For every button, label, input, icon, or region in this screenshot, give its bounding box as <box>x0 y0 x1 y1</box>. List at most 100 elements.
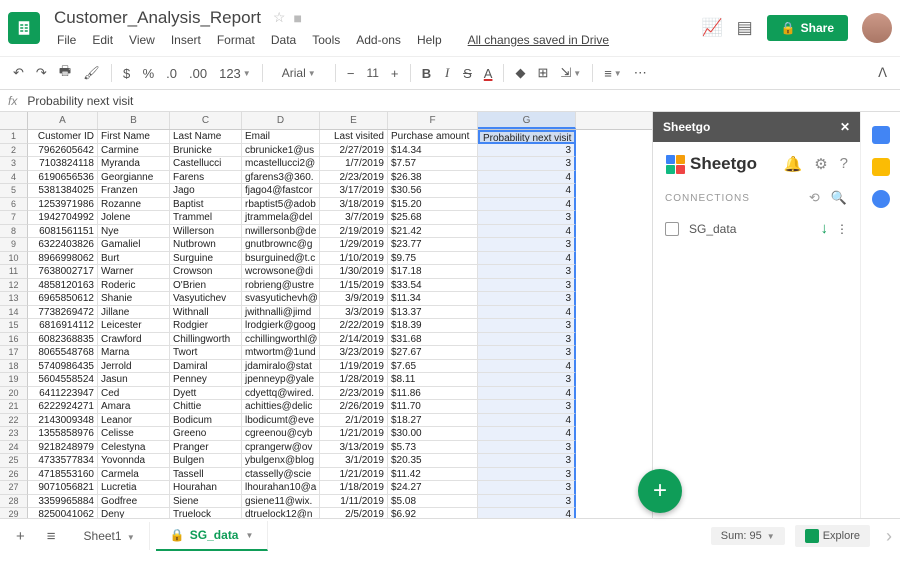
cell[interactable]: 6081561151 <box>28 225 98 239</box>
row-header[interactable]: 29 <box>0 508 28 518</box>
tab-sgdata[interactable]: 🔒 SG_data▼ <box>156 521 269 551</box>
cell[interactable]: Twort <box>170 346 242 360</box>
cell[interactable]: 5381384025 <box>28 184 98 198</box>
cell[interactable]: 3 <box>478 319 576 333</box>
row-header[interactable]: 13 <box>0 292 28 306</box>
connection-checkbox[interactable] <box>665 222 679 236</box>
cell[interactable]: Ced <box>98 387 170 401</box>
cell[interactable]: Last Name <box>170 130 242 144</box>
cell[interactable]: cprangerw@ov <box>242 441 320 455</box>
cell[interactable]: $9.75 <box>388 252 478 266</box>
row-header[interactable]: 17 <box>0 346 28 360</box>
cell[interactable]: $13.37 <box>388 306 478 320</box>
doc-title[interactable]: Customer_Analysis_Report <box>50 7 265 29</box>
folder-icon[interactable]: ■ <box>293 10 301 26</box>
cell[interactable]: $30.56 <box>388 184 478 198</box>
cell[interactable]: 3 <box>478 468 576 482</box>
cell[interactable]: 1/11/2019 <box>320 495 388 509</box>
cell[interactable]: Email <box>242 130 320 144</box>
cell[interactable]: cchillingworthl@ <box>242 333 320 347</box>
cell[interactable]: Carmela <box>98 468 170 482</box>
cell[interactable]: ybulgenx@blog <box>242 454 320 468</box>
cell[interactable]: Bulgen <box>170 454 242 468</box>
cell[interactable]: 3 <box>478 211 576 225</box>
cell[interactable]: Crowson <box>170 265 242 279</box>
cell[interactable]: 3/17/2019 <box>320 184 388 198</box>
fx-icon[interactable]: fx <box>8 94 17 108</box>
currency-button[interactable]: $ <box>118 62 136 85</box>
strike-button[interactable]: S <box>458 62 477 85</box>
cell[interactable]: ctasselly@scie <box>242 468 320 482</box>
cell[interactable]: $23.77 <box>388 238 478 252</box>
cell[interactable]: Rodgier <box>170 319 242 333</box>
cell[interactable]: Franzen <box>98 184 170 198</box>
row-header[interactable]: 23 <box>0 427 28 441</box>
cell[interactable]: 4 <box>478 225 576 239</box>
cell[interactable]: Deny <box>98 508 170 518</box>
cell[interactable]: 3 <box>478 346 576 360</box>
cell[interactable]: gfarens3@360. <box>242 171 320 185</box>
row-header[interactable]: 8 <box>0 225 28 239</box>
cell[interactable]: 3 <box>478 238 576 252</box>
cell[interactable]: Farens <box>170 171 242 185</box>
cell[interactable]: 4 <box>478 171 576 185</box>
cell[interactable]: 3 <box>478 373 576 387</box>
cell[interactable]: 1/15/2019 <box>320 279 388 293</box>
cell[interactable]: Bodicum <box>170 414 242 428</box>
cell[interactable]: 4 <box>478 387 576 401</box>
cell[interactable]: 5604558524 <box>28 373 98 387</box>
cell[interactable]: $30.00 <box>388 427 478 441</box>
cell[interactable]: 2/26/2019 <box>320 400 388 414</box>
cell[interactable]: $33.54 <box>388 279 478 293</box>
cell[interactable]: $17.18 <box>388 265 478 279</box>
percent-button[interactable]: % <box>138 62 160 85</box>
cell[interactable]: 8065548768 <box>28 346 98 360</box>
row-header[interactable]: 16 <box>0 333 28 347</box>
cell[interactable]: 6082368835 <box>28 333 98 347</box>
cell[interactable]: Last visited <box>320 130 388 144</box>
cell[interactable]: $15.20 <box>388 198 478 212</box>
cell[interactable]: 3 <box>478 441 576 455</box>
cell[interactable]: 3/23/2019 <box>320 346 388 360</box>
row-header[interactable]: 14 <box>0 306 28 320</box>
cell[interactable]: 3 <box>478 144 576 158</box>
cell[interactable]: 3/1/2019 <box>320 454 388 468</box>
cell[interactable]: Purchase amount <box>388 130 478 144</box>
cell[interactable]: Hourahan <box>170 481 242 495</box>
cell[interactable]: Customer ID <box>28 130 98 144</box>
cell[interactable]: lbodicumt@eve <box>242 414 320 428</box>
cell[interactable]: Vasyutichev <box>170 292 242 306</box>
star-icon[interactable]: ☆ <box>273 9 286 26</box>
cell[interactable]: 1253971986 <box>28 198 98 212</box>
cell[interactable]: First Name <box>98 130 170 144</box>
cell[interactable]: Jasun <box>98 373 170 387</box>
row-header[interactable]: 5 <box>0 184 28 198</box>
cell[interactable]: $11.34 <box>388 292 478 306</box>
cell[interactable]: bsurguined@t.c <box>242 252 320 266</box>
cell[interactable]: 4 <box>478 198 576 212</box>
select-all-corner[interactable] <box>0 112 28 129</box>
cell[interactable]: mtwortm@1und <box>242 346 320 360</box>
gear-icon[interactable]: ⚙ <box>814 155 827 173</box>
row-header[interactable]: 11 <box>0 265 28 279</box>
cell[interactable]: $31.68 <box>388 333 478 347</box>
cell[interactable]: $11.70 <box>388 400 478 414</box>
cell[interactable]: 1355858976 <box>28 427 98 441</box>
cell[interactable]: 3 <box>478 333 576 347</box>
cell[interactable]: 4 <box>478 508 576 518</box>
cell[interactable]: Amara <box>98 400 170 414</box>
cell[interactable]: 4 <box>478 184 576 198</box>
cell[interactable]: 6190656536 <box>28 171 98 185</box>
cell[interactable]: Rozanne <box>98 198 170 212</box>
bold-button[interactable]: B <box>417 62 436 85</box>
more-icon[interactable]: ⋮ <box>836 222 848 236</box>
add-connection-fab[interactable]: + <box>638 469 682 513</box>
refresh-icon[interactable]: ⟲ <box>809 190 821 206</box>
cell[interactable]: $11.42 <box>388 468 478 482</box>
cell[interactable]: 4718553160 <box>28 468 98 482</box>
col-header-f[interactable]: F <box>388 112 478 129</box>
cell[interactable]: 4 <box>478 414 576 428</box>
cell[interactable]: 4 <box>478 427 576 441</box>
col-header-d[interactable]: D <box>242 112 320 129</box>
cell[interactable]: Greeno <box>170 427 242 441</box>
